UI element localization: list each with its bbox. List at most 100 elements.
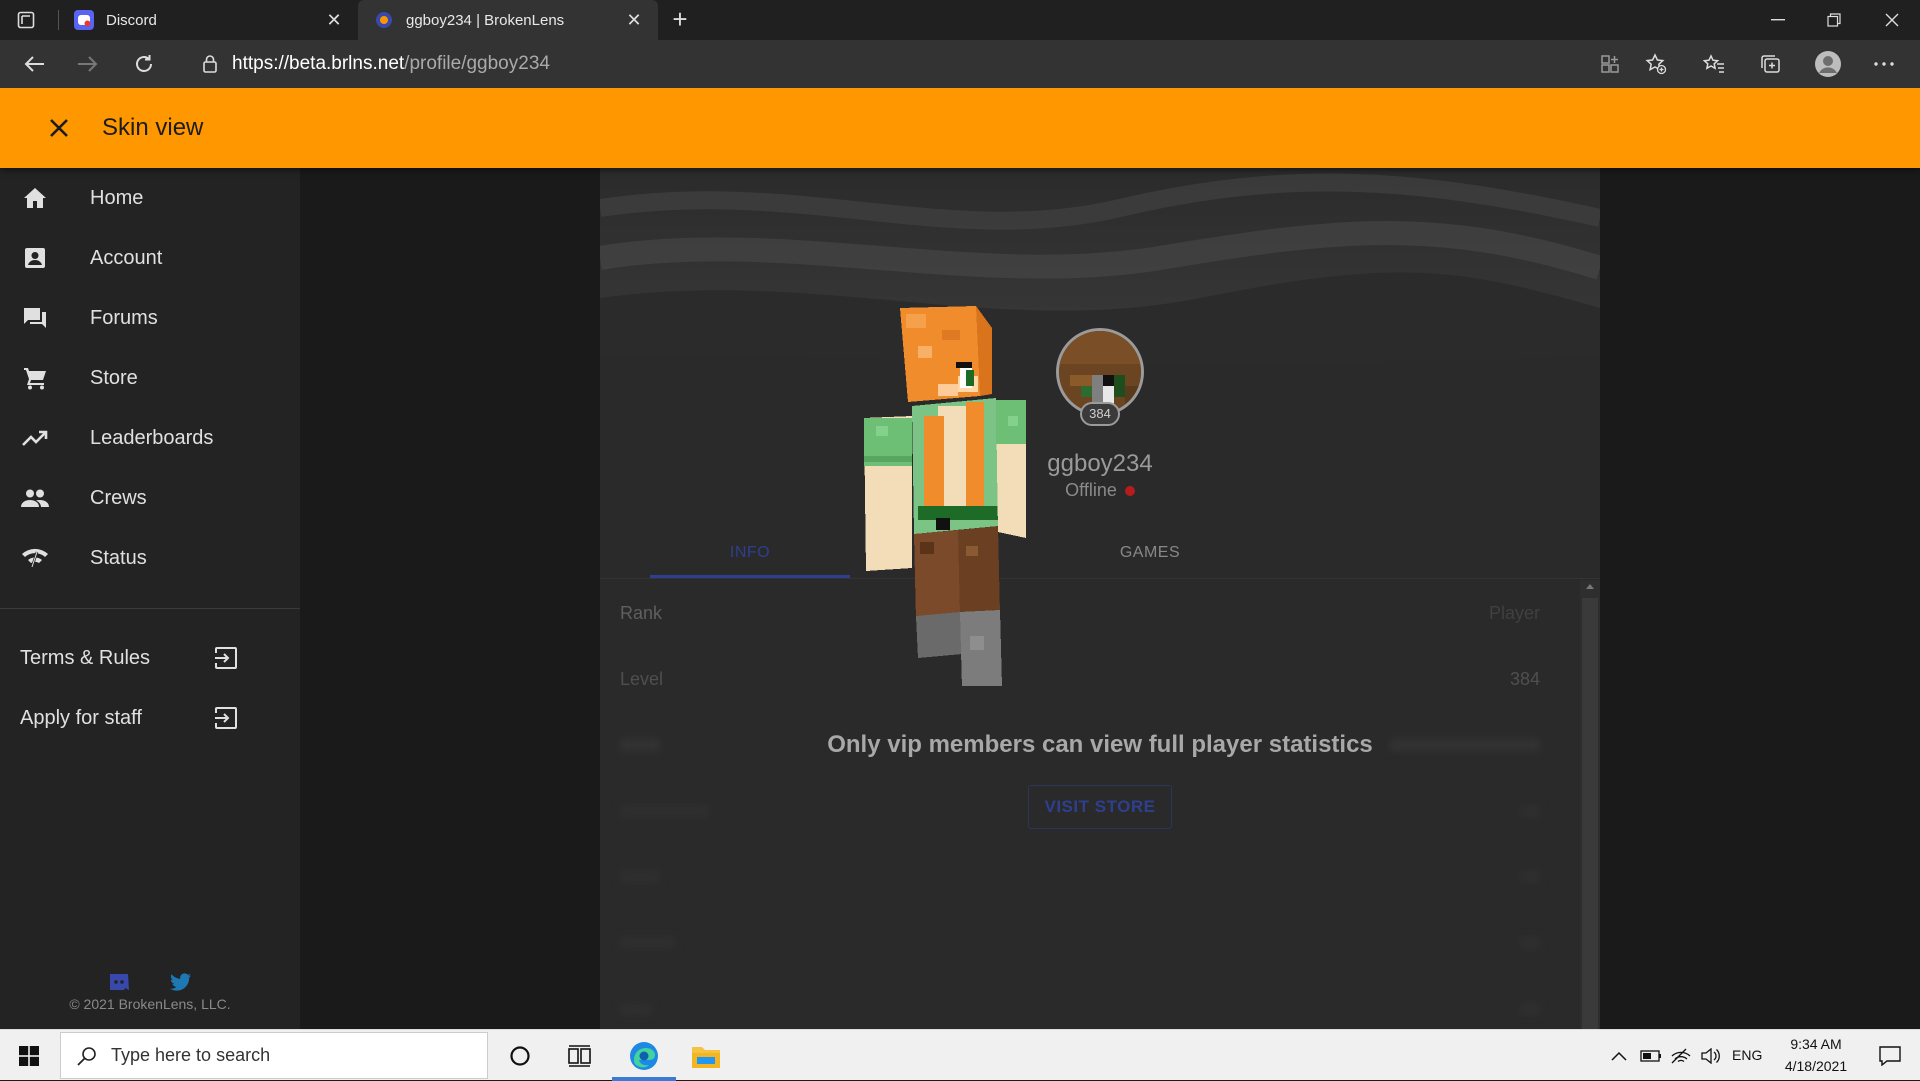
sidebar: Home Account Forums Store Leaderboards C… [0,168,300,1029]
sidebar-item-label: Terms & Rules [20,646,151,669]
sidebar-link-terms[interactable]: Terms & Rules [0,628,300,688]
url-host: https://beta.brlns.net [232,53,405,74]
add-favorite-icon[interactable] [1640,48,1672,80]
blurred-label [620,871,660,883]
stat-value: 384 [1509,668,1540,689]
twitter-icon[interactable] [168,970,194,994]
trending-up-icon [20,423,50,453]
read-aloud-icon[interactable] [1594,48,1626,80]
search-placeholder: Type here to search [111,1045,271,1065]
window-close-icon[interactable] [1864,0,1920,40]
brokenlens-favicon-icon [374,10,394,30]
scrollbar[interactable] [1580,580,1600,1029]
skin-view-header: Skin view [0,88,1920,168]
profile-tabs: INFO ACH GAMES [650,528,1550,578]
clock-time[interactable]: 9:34 AM [1780,1036,1852,1052]
profile-avatar-icon[interactable] [1812,48,1844,80]
tab-divider [600,578,1600,579]
visit-store-button[interactable]: VISIT STORE [1028,785,1172,829]
tab-title: Discord [106,11,157,29]
discord-icon[interactable] [106,970,132,994]
cortana-icon[interactable] [496,1030,544,1081]
tab-games[interactable]: GAMES [1050,528,1250,578]
edge-browser-icon[interactable] [612,1030,676,1081]
stat-row: Rank Player [600,580,1580,646]
clock-date[interactable]: 4/18/2021 [1776,1058,1856,1074]
sidebar-item-label: Account [90,246,163,269]
collections-icon[interactable] [1754,48,1786,80]
notification-icon[interactable] [1864,1030,1916,1081]
status-text: Offline [1065,480,1117,500]
sidebar-item-crews[interactable]: Crews [0,468,300,528]
stat-row-hidden [600,910,1580,976]
url-path: /profile/ggboy234 [404,53,550,74]
blurred-value [1520,937,1540,949]
scrollbar-thumb[interactable] [1582,598,1598,1029]
stat-row-hidden [600,976,1580,1029]
forward-icon[interactable] [72,48,104,80]
chevron-up-icon[interactable] [1604,1030,1634,1081]
blurred-value [1520,871,1540,883]
volume-icon[interactable] [1696,1030,1726,1081]
sidebar-item-leaderboards[interactable]: Leaderboards [0,408,300,468]
stat-row: Level 384 [600,646,1580,712]
minimize-icon[interactable] [1750,0,1806,40]
username: ggboy234 [1047,450,1153,477]
more-options-icon[interactable] [1868,48,1900,80]
tab-info[interactable]: INFO [650,528,850,578]
sidebar-item-store[interactable]: Store [0,348,300,408]
vip-only-message: Only vip members can view full player st… [827,731,1373,758]
blurred-label [620,937,675,949]
battery-icon[interactable] [1636,1030,1666,1081]
scroll-up-icon[interactable] [1586,584,1594,589]
close-tab-icon[interactable]: ✕ [624,10,644,30]
back-icon[interactable] [18,48,50,80]
people-icon [20,483,50,513]
online-status: Offline [600,480,1600,501]
windows-taskbar: Type here to search ENG 9:34 AM 4/18/202… [0,1029,1920,1081]
web-page: Skin view Home Account Forums Store Lead… [0,88,1920,1029]
close-tab-icon[interactable]: ✕ [324,10,344,30]
browser-tab-active[interactable]: ggboy234 | BrokenLens ✕ [358,0,658,40]
browser-tab-discord[interactable]: Discord ✕ [58,0,358,40]
restore-icon[interactable] [1806,0,1862,40]
account-box-icon [20,243,50,273]
sidebar-item-home[interactable]: Home [0,168,300,228]
favorites-icon[interactable] [1698,48,1730,80]
tab-actions-icon[interactable] [14,8,38,32]
browser-toolbar: https://beta.brlns.net/profile/ggboy234 [0,40,1920,88]
page-title: Skin view [102,114,204,141]
sidebar-item-label: Home [90,186,144,209]
active-app-indicator [612,1077,676,1081]
sidebar-link-apply-staff[interactable]: Apply for staff [0,688,300,748]
start-windows-icon[interactable] [0,1030,58,1081]
new-tab-icon[interactable]: + [666,6,694,34]
search-icon [75,1044,99,1068]
profile-panel: 384 ggboy234 Offline INFO ACH GAMES Rank… [600,168,1600,1029]
taskbar-search-box[interactable]: Type here to search [60,1032,488,1079]
task-view-icon[interactable] [556,1030,604,1081]
tab-title: ggboy234 | BrokenLens [406,11,565,29]
language-indicator[interactable]: ENG [1732,1047,1762,1063]
forum-icon [20,303,50,333]
browser-tab-bar: Discord ✕ ggboy234 | BrokenLens ✕ + [0,0,1920,40]
lock-icon [200,54,220,74]
copyright-text: © 2021 BrokenLens, LLC. [69,996,231,1012]
blurred-value [1520,805,1540,817]
close-icon[interactable] [46,115,72,141]
address-bar[interactable]: https://beta.brlns.net/profile/ggboy234 [180,46,1580,82]
blurred-value [1520,1003,1540,1015]
status-dot [1124,486,1135,497]
sidebar-item-status[interactable]: Status [0,528,300,588]
sidebar-item-account[interactable]: Account [0,228,300,288]
sidebar-item-label: Leaderboards [90,426,214,449]
refresh-icon[interactable] [128,48,160,80]
wifi-icon[interactable] [1666,1030,1696,1081]
discord-favicon-icon [74,10,94,30]
stat-row-hidden [600,844,1580,910]
file-explorer-icon[interactable] [676,1030,736,1081]
sidebar-item-forums[interactable]: Forums [0,288,300,348]
blurred-label [620,805,710,817]
cart-icon [20,363,50,393]
stat-label: Level [620,668,664,689]
